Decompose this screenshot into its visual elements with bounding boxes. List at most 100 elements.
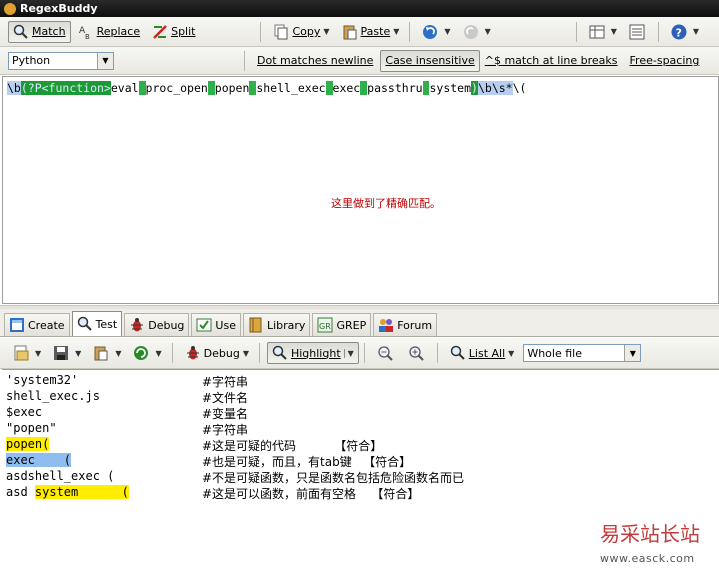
tab-bar: Create Test Debug Use Library GR GREP Fo… — [0, 309, 719, 337]
test-line: asd system (#这是可以函数，前面有空格 【符合】 — [6, 485, 420, 501]
test-line: $exec #变量名 — [6, 405, 249, 421]
regex-alternation: | — [207, 81, 215, 95]
separator — [657, 21, 659, 42]
tab-grep[interactable]: GR GREP — [312, 313, 372, 336]
split-button[interactable]: Split — [147, 21, 200, 43]
regex-group-open: (?P<function> — [20, 81, 111, 95]
paste-test-button[interactable]: ▼ — [88, 342, 126, 364]
test-line: "popen" #字符串 — [6, 421, 249, 437]
grep-icon: GR — [317, 317, 333, 333]
dot-newline-toggle[interactable]: Dot matches newline — [252, 50, 378, 72]
copy-icon — [273, 24, 289, 40]
annotation-text: 这里做到了精确匹配。 — [331, 197, 441, 210]
scope-select[interactable]: Whole file ▼ — [523, 344, 642, 362]
magnifier-icon — [77, 316, 93, 332]
caret-dollar-toggle[interactable]: ^$ match at line breaks — [480, 50, 623, 72]
match-highlight: exec ( — [6, 453, 72, 467]
tab-create[interactable]: Create — [4, 313, 70, 336]
tab-use[interactable]: Use — [191, 313, 241, 336]
debug-button[interactable]: Debug ▼ — [180, 342, 254, 364]
save-button[interactable]: ▼ — [48, 342, 86, 364]
test-line: shell_exec.js #文件名 — [6, 389, 249, 405]
separator — [575, 21, 577, 42]
separator — [409, 21, 411, 42]
regex-token: eval — [110, 81, 139, 95]
chevron-down-icon: ▼ — [97, 52, 113, 69]
save-icon — [53, 345, 69, 361]
create-icon — [9, 317, 25, 333]
test-line: asdshell_exec (#不是可疑函数，只是函数名包括危险函数名而已 — [6, 469, 465, 485]
watermark-url: www.easck.com — [600, 552, 695, 565]
tab-library[interactable]: Library — [242, 313, 311, 336]
regex-token: shell_exec — [256, 81, 326, 95]
regex-token: \( — [512, 81, 527, 95]
regex-group-close: ) — [471, 81, 478, 95]
zoom-previous-icon — [377, 345, 393, 361]
test-toolbar: ▼ ▼ ▼ ▼ Debug ▼ Highlight ▼ List All ▼ Who… — [0, 338, 719, 369]
regex-editor[interactable]: \b(?P<function>eval|proc_open|popen|shel… — [2, 76, 719, 304]
tab-debug[interactable]: Debug — [124, 313, 190, 336]
regex-text[interactable]: \b(?P<function>eval|proc_open|popen|shel… — [7, 81, 526, 95]
next-match-button[interactable] — [403, 342, 432, 364]
match-highlight: system ( — [34, 485, 129, 499]
main-toolbar: Match AB Replace Split Copy ▼ Paste ▼ ▼ ▼ — [0, 17, 719, 47]
refresh-icon — [133, 345, 149, 361]
title-bar: RegexBuddy — [0, 0, 719, 17]
paste-icon — [93, 345, 109, 361]
highlight-button[interactable]: Highlight ▼ — [266, 342, 359, 364]
test-line: exec (#也是可疑，而且，有tab键 【符合】 — [6, 453, 412, 469]
svg-text:?: ? — [675, 26, 681, 39]
regex-token: system — [429, 81, 472, 95]
magnifier-icon — [13, 24, 29, 40]
use-icon — [196, 317, 212, 333]
test-line: popen(#这是可疑的代码 【符合】 — [6, 437, 383, 453]
split-icon — [152, 24, 168, 40]
replace-icon: AB — [78, 24, 94, 41]
zoom-next-icon — [408, 345, 424, 361]
chevron-down-icon: ▼ — [624, 345, 641, 361]
regex-token: proc_open — [145, 81, 208, 95]
list-icon — [629, 24, 645, 40]
svg-text:B: B — [85, 33, 90, 40]
separator — [363, 343, 365, 363]
help-icon: ? — [671, 24, 687, 40]
regex-token: \b\s* — [477, 81, 513, 95]
bug-icon — [185, 345, 201, 361]
replace-button[interactable]: AB Replace — [73, 21, 146, 43]
help-button[interactable]: ? ▼ — [666, 21, 704, 43]
separator — [244, 50, 245, 71]
refresh-button[interactable]: ▼ — [128, 342, 166, 364]
flavor-select[interactable]: Python ▼ — [8, 51, 114, 70]
open-file-button[interactable]: ▼ — [8, 342, 46, 364]
app-logo-icon — [4, 2, 16, 15]
case-insensitive-toggle[interactable]: Case insensitive — [380, 49, 480, 72]
users-icon — [378, 317, 394, 333]
regex-token: exec — [332, 81, 361, 95]
separator — [171, 343, 173, 363]
regex-token: passthru — [367, 81, 423, 95]
previous-match-button[interactable] — [372, 342, 401, 364]
regex-alternation: | — [138, 81, 146, 95]
tab-forum[interactable]: Forum — [373, 313, 438, 336]
watermark-name: 易采站长站 — [600, 522, 700, 546]
match-button[interactable]: Match — [8, 20, 71, 43]
redo-icon — [463, 24, 479, 40]
free-spacing-toggle[interactable]: Free-spacing — [625, 50, 705, 72]
undo-icon — [422, 24, 438, 40]
redo-button[interactable]: ▼ — [458, 21, 496, 43]
tab-test[interactable]: Test — [71, 311, 123, 336]
chevron-down-icon[interactable]: ▼ — [343, 348, 354, 358]
list-all-button[interactable]: List All ▼ — [445, 342, 520, 364]
panels-button[interactable] — [624, 21, 653, 43]
magnifier-icon — [272, 345, 288, 361]
paste-icon — [342, 24, 358, 40]
regex-token: popen — [214, 81, 250, 95]
copy-button[interactable]: Copy ▼ — [268, 21, 334, 43]
separator — [436, 343, 438, 363]
magnifier-icon — [450, 345, 466, 361]
undo-button[interactable]: ▼ — [417, 21, 455, 43]
paste-button[interactable]: Paste ▼ — [337, 21, 405, 43]
layout-button[interactable]: ▼ — [584, 21, 622, 43]
bug-icon — [129, 317, 145, 333]
grid-icon — [589, 24, 605, 40]
